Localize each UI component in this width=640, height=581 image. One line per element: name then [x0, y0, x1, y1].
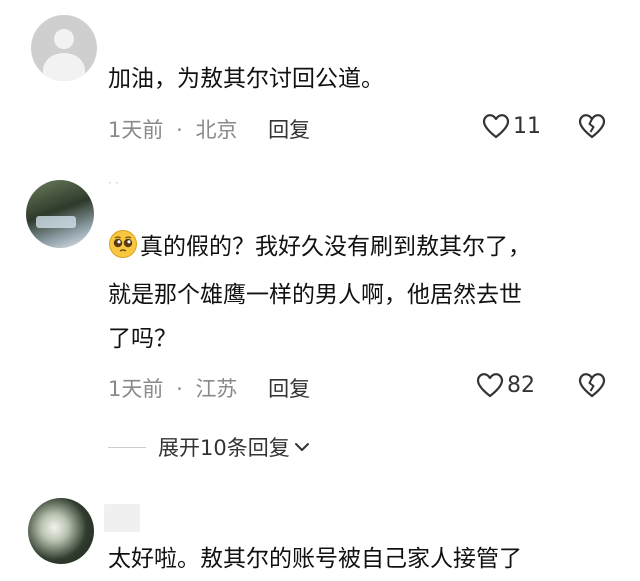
user-avatar[interactable] [26, 180, 94, 248]
user-avatar[interactable] [28, 498, 94, 564]
reply-button[interactable]: 回复 [268, 377, 310, 401]
username-redacted: ·· [108, 176, 122, 190]
divider-line [108, 446, 146, 448]
username-redacted [104, 504, 140, 532]
comment-item: 太好啦。敖其尔的账号被自己家人接管了 [0, 480, 640, 581]
broken-heart-icon[interactable] [578, 372, 606, 398]
comment-location: 北京 [195, 118, 238, 142]
expand-replies-button[interactable]: 展开10条回复 [108, 432, 312, 462]
comment-line: 真的假的？我好久没有刷到敖其尔了， [140, 234, 531, 260]
heart-icon [482, 114, 510, 139]
heart-icon [476, 373, 504, 398]
meta-separator: · [176, 118, 183, 142]
like-button[interactable]: 82 [476, 372, 535, 398]
expand-replies-label: 展开10条回复 [158, 436, 290, 460]
comment-time: 1天前 [108, 377, 164, 401]
comment-time: 1天前 [108, 118, 164, 142]
comment-meta: 1天前 · 北京 回复 [108, 114, 310, 144]
comment-item: 加油，为敖其尔讨回公道。 1天前 · 北京 回复 11 [0, 0, 640, 160]
user-avatar[interactable] [31, 15, 97, 81]
like-button[interactable]: 11 [482, 113, 541, 139]
comment-text: 加油，为敖其尔讨回公道。 [108, 66, 384, 92]
reply-button[interactable]: 回复 [268, 118, 310, 142]
comment-meta: 1天前 · 江苏 回复 [108, 373, 310, 403]
broken-heart-icon[interactable] [578, 113, 606, 139]
comment-location: 江苏 [195, 377, 238, 401]
meta-separator: · [176, 377, 183, 401]
pleading-face-emoji-icon [109, 230, 137, 258]
comment-line: 了吗？ [108, 326, 177, 352]
comment-line: 就是那个雄鹰一样的男人啊，他居然去世 [108, 282, 522, 308]
like-count: 82 [507, 372, 535, 398]
comment-text: 真的假的？我好久没有刷到敖其尔了， [108, 229, 531, 262]
comment-item: ·· 真的假的？我好久没有刷到敖其尔了， 就是那个雄鹰一样的男人啊，他居然去世 … [0, 160, 640, 480]
chevron-down-icon [294, 443, 309, 451]
comment-text: 太好啦。敖其尔的账号被自己家人接管了 [108, 546, 522, 572]
like-count: 11 [513, 113, 541, 139]
